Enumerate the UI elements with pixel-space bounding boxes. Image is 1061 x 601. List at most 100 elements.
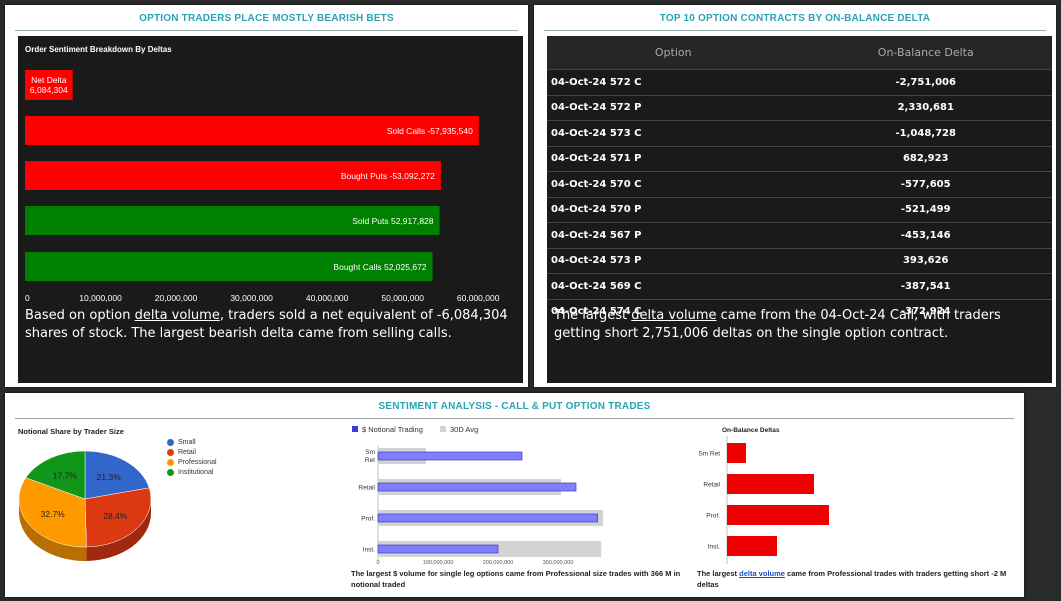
x-tick-label: 60,000,000 <box>457 293 500 303</box>
pie-legend: Small Retail Professional Institutional <box>167 439 217 479</box>
x-tick-label: 300,000,000 <box>543 560 574 566</box>
bar-label: Sold Puts 52,917,828 <box>352 216 434 226</box>
table-row[interactable]: 04-Oct-24 573 C -1,048,728 <box>547 120 1052 146</box>
table-header-row: Option On-Balance Delta <box>547 36 1052 70</box>
legend-label: Institutional <box>178 469 214 476</box>
chart-title: On-Balance Deltas <box>722 427 780 434</box>
y-tick-label: Sm <box>365 449 375 456</box>
y-tick-label: Prof. <box>706 513 720 520</box>
table-row[interactable]: 04-Oct-24 572 P 2,330,681 <box>547 94 1052 121</box>
bar-delta[interactable] <box>727 536 777 556</box>
option-cell: 04-Oct-24 570 P <box>547 196 800 223</box>
order-sentiment-chart-area: Order Sentiment Breakdown By Deltas Net D… <box>18 36 523 383</box>
top-contracts-area: Option On-Balance Delta 04-Oct-24 572 C-… <box>547 36 1052 383</box>
panel-title: TOP 10 OPTION CONTRACTS BY ON-BALANCE DE… <box>544 5 1046 31</box>
delta-cell: -1,048,728 <box>799 120 1052 146</box>
x-tick-label: 200,000,000 <box>483 560 514 566</box>
notional-description: The largest $ volume for single leg opti… <box>351 569 681 589</box>
bar-notional[interactable] <box>377 544 499 554</box>
legend-swatch <box>167 459 174 466</box>
top-contracts-panel: TOP 10 OPTION CONTRACTS BY ON-BALANCE DE… <box>534 5 1056 387</box>
table-row[interactable]: 04-Oct-24 570 C -577,605 <box>547 171 1052 197</box>
delta-cell: 682,923 <box>799 145 1052 172</box>
delta-cell: -2,751,006 <box>799 69 1052 95</box>
delta-cell: -387,541 <box>799 273 1052 299</box>
y-tick-label: Inst. <box>363 547 375 554</box>
panel-title: OPTION TRADERS PLACE MOSTLY BEARISH BETS <box>15 5 518 31</box>
legend-item-small[interactable]: Small <box>167 439 217 446</box>
table-row[interactable]: 04-Oct-24 573 P 393,626 <box>547 247 1052 274</box>
legend-item-institutional[interactable]: Institutional <box>167 469 217 476</box>
legend-swatch <box>167 469 174 476</box>
table-row[interactable]: 04-Oct-24 567 P -453,146 <box>547 222 1052 248</box>
order-sentiment-description: Based on option delta volume, traders so… <box>25 307 515 343</box>
pie-chart-title: Notional Share by Trader Size <box>18 427 124 436</box>
y-tick-label: Inst. <box>708 544 720 551</box>
bar-notional[interactable] <box>377 513 598 523</box>
option-cell: 04-Oct-24 567 P <box>547 222 800 248</box>
legend-swatch <box>167 449 174 456</box>
x-tick-label: 100,000,000 <box>423 560 454 566</box>
delta-cell: -577,605 <box>799 171 1052 197</box>
option-cell: 04-Oct-24 572 C <box>547 69 800 95</box>
bar-delta[interactable] <box>727 474 814 494</box>
delta-cell: 393,626 <box>799 247 1052 274</box>
bar-label: Bought Puts -53,092,272 <box>341 171 435 181</box>
delta-volume-link[interactable]: delta volume <box>631 308 716 323</box>
delta-description-pre: The largest <box>697 569 740 578</box>
description-pre: Based on option <box>25 308 135 323</box>
bar-notional[interactable] <box>377 451 523 461</box>
order-sentiment-panel: OPTION TRADERS PLACE MOSTLY BEARISH BETS… <box>5 5 528 387</box>
table-row[interactable]: 04-Oct-24 572 C -2,751,006 <box>547 69 1052 95</box>
legend-swatch-notional <box>352 426 358 432</box>
panel-title: SENTIMENT ANALYSIS - CALL & PUT OPTION T… <box>15 393 1014 419</box>
option-cell: 04-Oct-24 570 C <box>547 171 800 197</box>
y-tick-label: Sm Ret <box>698 451 720 458</box>
legend-label: Retail <box>178 449 196 456</box>
pie-slice-label: 17.7% <box>53 470 78 480</box>
x-tick-label: 20,000,000 <box>155 293 198 303</box>
delta-cell: -521,499 <box>799 196 1052 223</box>
pie-slice-label: 21.3% <box>97 472 122 482</box>
chart-title: Order Sentiment Breakdown By Deltas <box>25 45 172 54</box>
delta-cell: -453,146 <box>799 222 1052 248</box>
legend-swatch <box>167 439 174 446</box>
table-row[interactable]: 04-Oct-24 571 P 682,923 <box>547 145 1052 172</box>
bar-label: Sold Calls -57,935,540 <box>387 126 473 136</box>
legend-label: Small <box>178 439 196 446</box>
delta-volume-link[interactable]: delta volume <box>135 308 220 323</box>
bar-delta[interactable] <box>727 505 829 525</box>
bar-delta[interactable] <box>727 443 746 463</box>
pie-slice-label: 32.7% <box>41 509 66 519</box>
x-tick-label: 0 <box>376 560 379 566</box>
x-tick-label: 50,000,000 <box>381 293 424 303</box>
x-tick-label: 0 <box>25 293 30 303</box>
legend-label-notional[interactable]: $ Notional Trading <box>362 425 423 434</box>
bar-label: Net Delta 6,084,304 <box>30 75 68 95</box>
delta-cell: 2,330,681 <box>799 94 1052 121</box>
legend-item-retail[interactable]: Retail <box>167 449 217 456</box>
delta-description: The largest delta volume came from Profe… <box>697 568 1027 590</box>
on-balance-deltas-chart: On-Balance Deltas Sm Ret Retail Prof. Inst. <box>698 427 829 564</box>
option-cell: 04-Oct-24 572 P <box>547 94 800 121</box>
column-header-option[interactable]: Option <box>547 36 800 70</box>
table-row[interactable]: 04-Oct-24 570 P -521,499 <box>547 196 1052 223</box>
legend-label-30d[interactable]: 30D Avg <box>450 425 478 434</box>
bar-notional[interactable] <box>377 482 577 492</box>
notional-share-pie-chart: 21.3% 28.4% 32.7% 17.7% <box>18 450 152 561</box>
column-header-delta[interactable]: On-Balance Delta <box>799 36 1052 70</box>
option-cell: 04-Oct-24 573 P <box>547 247 800 274</box>
x-tick-label: 40,000,000 <box>306 293 349 303</box>
y-tick-label: Ret <box>365 457 375 464</box>
option-cell: 04-Oct-24 573 C <box>547 120 800 146</box>
bar-label: Bought Calls 52,025,672 <box>333 262 426 272</box>
pie-slice-label: 28.4% <box>103 511 128 521</box>
notional-trading-chart: $ Notional Trading 30D Avg SmRet Retail Prof… <box>352 425 603 566</box>
table-row[interactable]: 04-Oct-24 569 C -387,541 <box>547 273 1052 299</box>
legend-item-professional[interactable]: Professional <box>167 459 217 466</box>
y-tick-label: Retail <box>358 485 375 492</box>
sentiment-analysis-panel: SENTIMENT ANALYSIS - CALL & PUT OPTION T… <box>5 393 1024 597</box>
top-contracts-description: The largest delta volume came from the 0… <box>554 307 1049 343</box>
delta-volume-link[interactable]: delta volume <box>739 569 785 578</box>
description-pre: The largest <box>554 308 632 323</box>
